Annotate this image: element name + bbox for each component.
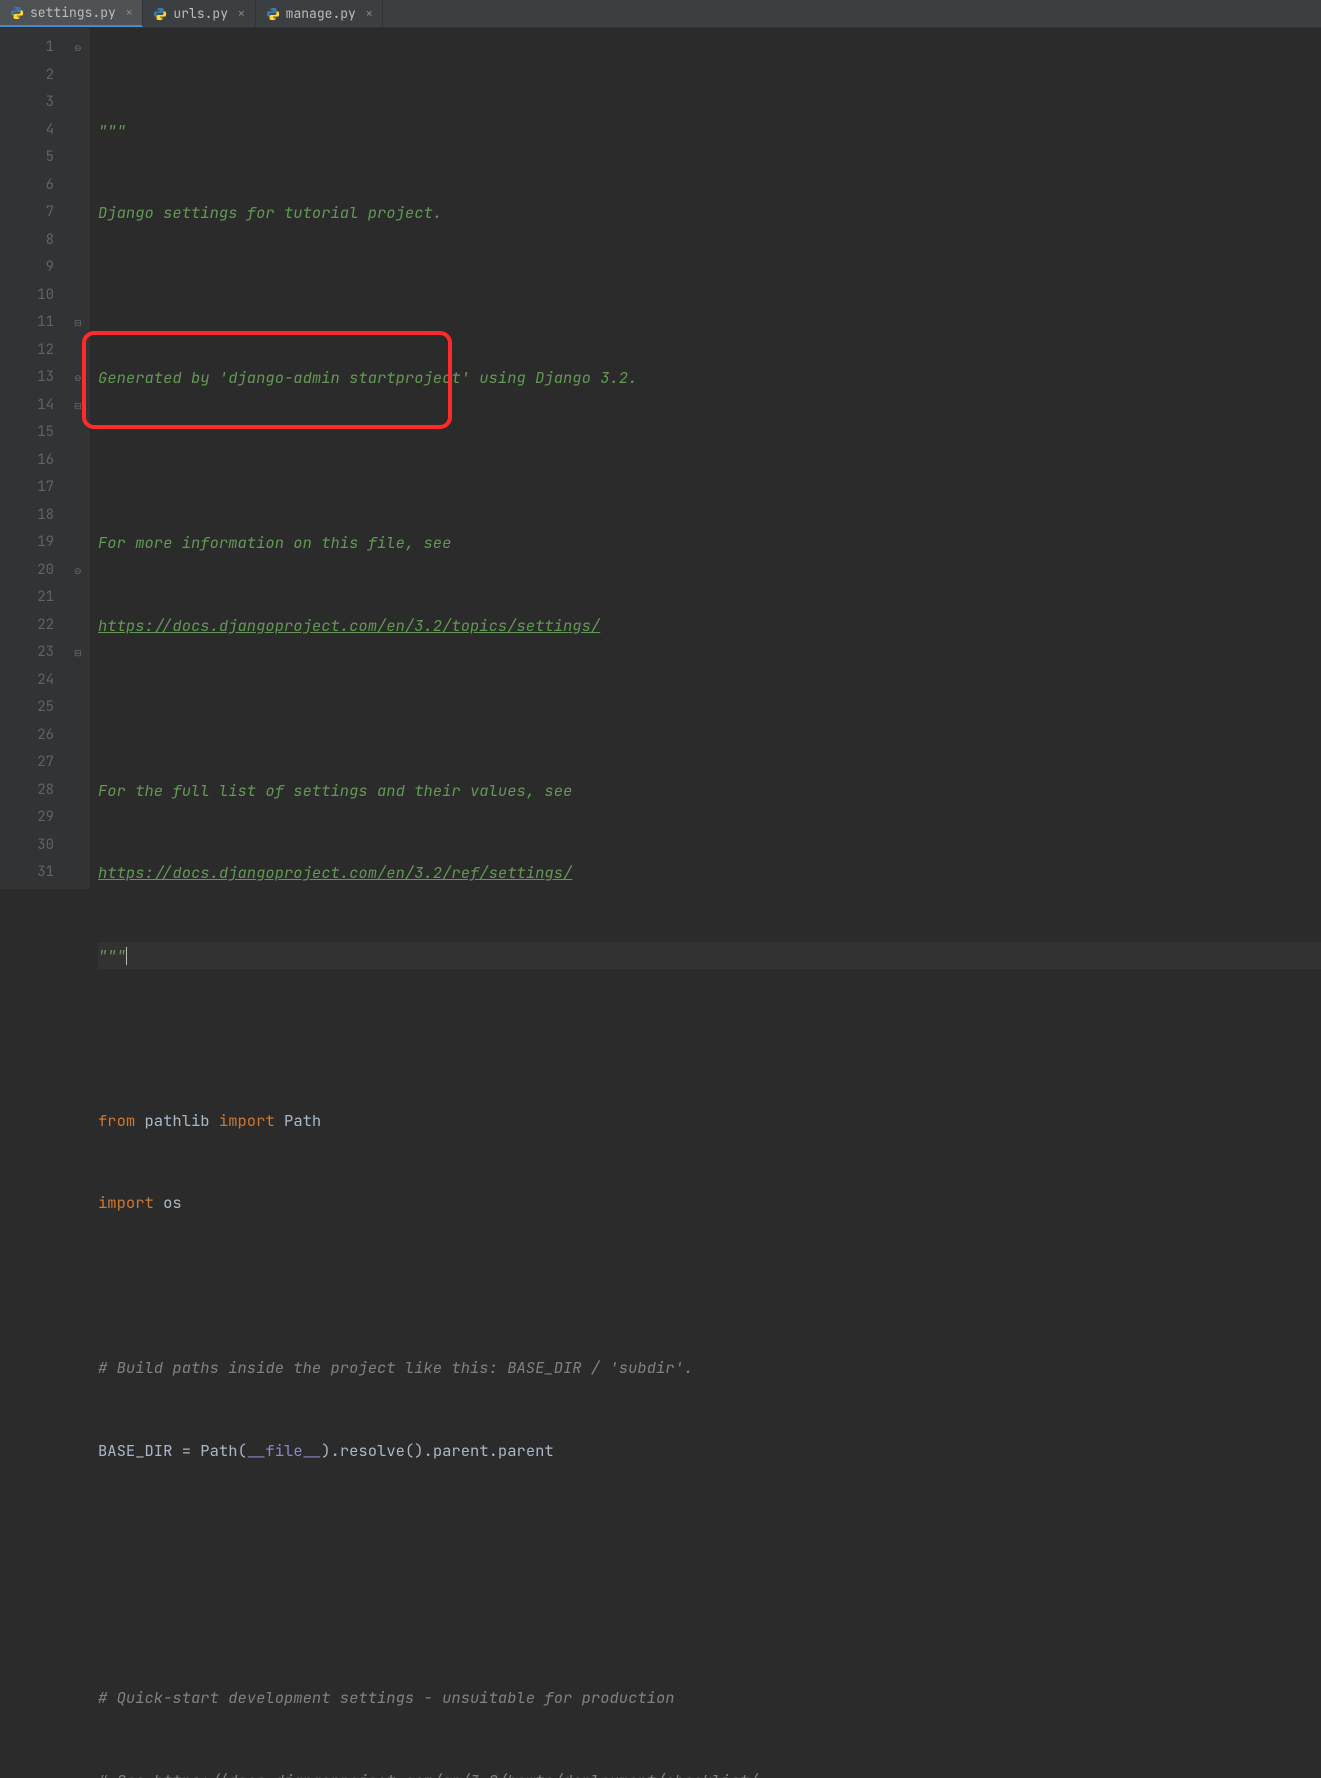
line-number: 9 <box>14 254 72 282</box>
code-text: Django settings for tutorial project. <box>98 202 442 223</box>
code-text: pathlib <box>135 1110 219 1131</box>
code-keyword: from <box>98 1110 135 1131</box>
fold-toggle-icon[interactable]: ⊖ <box>74 42 83 51</box>
line-number: 15 <box>14 419 72 447</box>
code-text: For the full list of settings and their … <box>98 780 572 801</box>
tab-label: urls.py <box>173 5 228 22</box>
code-text: os <box>154 1192 182 1213</box>
fold-toggle-icon[interactable]: ⊖ <box>74 565 83 574</box>
code-text: For more information on this file, see <box>98 532 451 553</box>
line-number-gutter[interactable]: 1 2 3 4 5 6 7 8 9 10 11 12 13 14 15 16 1… <box>14 28 72 889</box>
editor: 1 2 3 4 5 6 7 8 9 10 11 12 13 14 15 16 1… <box>0 28 1321 889</box>
code-text: ).resolve().parent.parent <box>321 1440 554 1461</box>
code-text: """ <box>98 945 126 966</box>
tab-manage-py[interactable]: manage.py ✕ <box>256 0 384 27</box>
code-text: BASE_DIR = Path( <box>98 1440 247 1461</box>
line-number: 13 <box>14 364 72 392</box>
line-number: 1 <box>14 34 72 62</box>
python-file-icon <box>153 7 167 21</box>
line-number: 31 <box>14 859 72 887</box>
line-number: 6 <box>14 172 72 200</box>
close-icon[interactable]: ✕ <box>238 7 245 21</box>
line-number: 21 <box>14 584 72 612</box>
line-number: 12 <box>14 337 72 365</box>
line-number: 2 <box>14 62 72 90</box>
code-keyword: import <box>98 1192 154 1213</box>
line-number: 3 <box>14 89 72 117</box>
tab-urls-py[interactable]: urls.py ✕ <box>143 0 255 27</box>
line-number: 29 <box>14 804 72 832</box>
marker-strip <box>0 28 14 889</box>
line-number: 4 <box>14 117 72 145</box>
tab-label: manage.py <box>286 5 356 22</box>
line-number: 24 <box>14 667 72 695</box>
code-keyword: import <box>219 1110 275 1131</box>
line-number: 19 <box>14 529 72 557</box>
fold-toggle-icon[interactable]: ⊖ <box>74 372 83 381</box>
code-comment: # Build paths inside the project like th… <box>98 1357 693 1378</box>
line-number: 18 <box>14 502 72 530</box>
line-number: 30 <box>14 832 72 860</box>
line-number: 17 <box>14 474 72 502</box>
code-link[interactable]: https://docs.djangoproject.com/en/3.2/to… <box>98 615 600 636</box>
fold-end-icon[interactable]: ⊟ <box>74 647 83 656</box>
code-link[interactable]: https://docs.djangoproject.com/en/3.2/re… <box>98 862 572 883</box>
code-comment: # See <box>98 1770 154 1778</box>
line-number: 11 <box>14 309 72 337</box>
line-number: 7 <box>14 199 72 227</box>
line-number: 28 <box>14 777 72 805</box>
python-file-icon <box>10 6 24 20</box>
tab-settings-py[interactable]: settings.py ✕ <box>0 0 143 27</box>
line-number: 10 <box>14 282 72 310</box>
code-builtin: __file__ <box>247 1440 321 1461</box>
code-comment: # Quick-start development settings - uns… <box>98 1687 675 1708</box>
tab-label: settings.py <box>30 4 116 21</box>
code-area[interactable]: """ Django settings for tutorial project… <box>90 28 1321 889</box>
close-icon[interactable]: ✕ <box>366 7 373 21</box>
fold-column: ⊖ ⊟ ⊖ ⊟ ⊖ ⊟ <box>72 28 90 889</box>
line-number: 16 <box>14 447 72 475</box>
fold-end-icon[interactable]: ⊟ <box>74 400 83 409</box>
line-number: 8 <box>14 227 72 255</box>
line-number: 23 <box>14 639 72 667</box>
line-number: 14 <box>14 392 72 420</box>
line-number: 22 <box>14 612 72 640</box>
line-number: 27 <box>14 749 72 777</box>
line-number: 20 <box>14 557 72 585</box>
caret <box>126 947 127 965</box>
code-text: Generated by 'django-admin startproject'… <box>98 367 637 388</box>
close-icon[interactable]: ✕ <box>126 6 133 20</box>
code-link[interactable]: https://docs.djangoproject.com/en/3.2/ho… <box>154 1770 759 1778</box>
editor-tabs: settings.py ✕ urls.py ✕ manage.py ✕ <box>0 0 1321 28</box>
line-number: 5 <box>14 144 72 172</box>
line-number: 25 <box>14 694 72 722</box>
line-number: 26 <box>14 722 72 750</box>
code-text: Path <box>275 1110 322 1131</box>
fold-end-icon[interactable]: ⊟ <box>74 317 83 326</box>
python-file-icon <box>266 7 280 21</box>
code-text: """ <box>98 120 126 141</box>
